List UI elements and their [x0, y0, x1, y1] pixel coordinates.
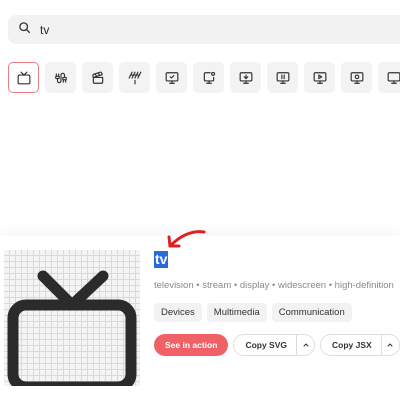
action-buttons: See in action Copy SVG Copy JSX	[154, 334, 400, 356]
copy-jsx-button[interactable]: Copy JSX	[321, 335, 381, 355]
icon-tile-monitor-cog[interactable]	[193, 62, 224, 93]
category-chip[interactable]: Devices	[154, 303, 202, 322]
icon-name: tv	[154, 251, 169, 268]
monitor-speaker-icon	[350, 71, 363, 84]
clapperboard-icon	[91, 71, 103, 84]
monitor-check-icon	[165, 71, 178, 84]
icon-tile-monitor[interactable]	[378, 62, 400, 93]
monitor-icon	[387, 71, 400, 84]
icon-tile-antenna[interactable]	[119, 62, 150, 93]
icon-tile-cable[interactable]	[45, 62, 76, 93]
chevron-up-icon	[303, 343, 308, 347]
icon-tile-monitor-play[interactable]	[304, 62, 335, 93]
icon-tile-monitor-speaker[interactable]	[341, 62, 372, 93]
category-chip[interactable]: Multimedia	[206, 303, 267, 322]
tv-icon	[7, 270, 137, 386]
antenna-icon	[128, 71, 141, 84]
search-icon	[18, 21, 31, 39]
icon-tags: television • stream • display • widescre…	[154, 280, 394, 291]
copy-svg-split-button: Copy SVG	[233, 334, 315, 356]
icon-tile-clapperboard[interactable]	[82, 62, 113, 93]
see-in-action-button[interactable]: See in action	[154, 334, 229, 356]
monitor-play-icon	[313, 71, 326, 84]
category-chip[interactable]: Communication	[271, 303, 352, 322]
tv-icon	[17, 71, 30, 84]
icon-tile-monitor-down[interactable]	[230, 62, 261, 93]
monitor-down-icon	[239, 71, 252, 84]
search-input[interactable]	[40, 22, 340, 37]
icon-preview	[4, 250, 140, 386]
copy-jsx-options-button[interactable]	[380, 335, 399, 355]
copy-svg-options-button[interactable]	[296, 335, 314, 355]
monitor-cog-icon	[203, 71, 215, 84]
copy-svg-button[interactable]: Copy SVG	[234, 335, 296, 355]
icon-tile-monitor-check[interactable]	[156, 62, 187, 93]
search-bar[interactable]	[8, 15, 400, 44]
chevron-up-icon	[387, 343, 393, 347]
icon-tile-monitor-pause[interactable]	[267, 62, 298, 93]
cable-icon	[54, 72, 67, 83]
icon-tile-tv[interactable]	[8, 62, 39, 93]
annotation-arrow-icon	[167, 230, 206, 248]
category-list: Devices Multimedia Communication	[154, 303, 352, 322]
monitor-pause-icon	[276, 71, 289, 84]
icon-detail-panel: tv television • stream • display • wides…	[0, 236, 400, 400]
copy-jsx-split-button: Copy JSX	[320, 334, 400, 356]
icon-results-grid	[8, 62, 400, 94]
